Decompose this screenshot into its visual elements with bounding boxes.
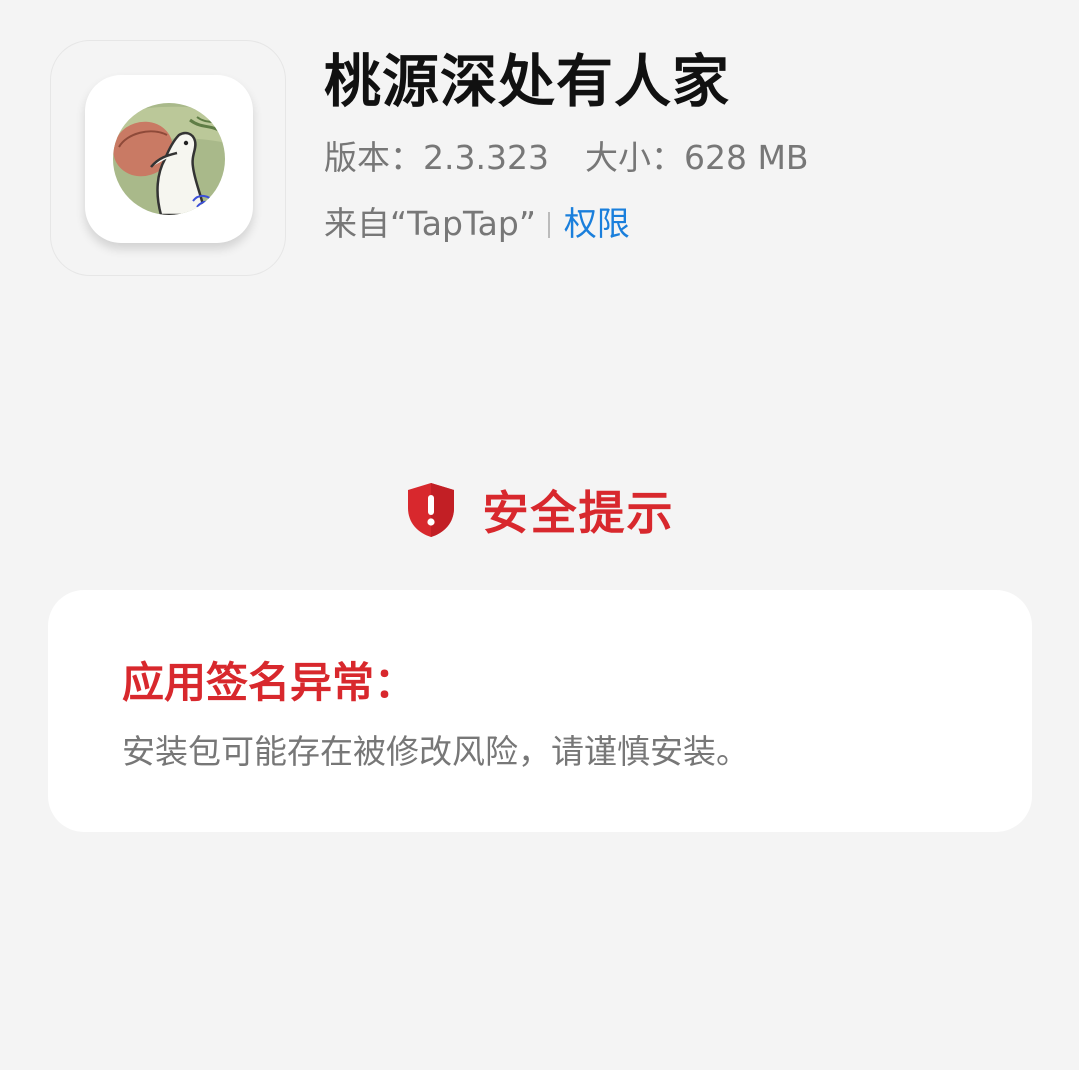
- warning-heading: 应用签名异常：: [122, 658, 417, 707]
- security-warning-title: 安全提示: [0, 478, 1079, 542]
- divider: [547, 212, 550, 238]
- app-name: 桃源深处有人家: [324, 49, 730, 115]
- permissions-link[interactable]: 权限: [564, 204, 630, 243]
- warning-message: 安装包可能存在被修改风险，请谨慎安装。: [122, 732, 749, 771]
- app-icon-frame: [50, 40, 286, 276]
- size-value: 628 MB: [683, 138, 809, 177]
- version-value: 2.3.323: [423, 138, 549, 177]
- app-icon: [85, 75, 253, 243]
- app-icon-illustration: [113, 103, 225, 215]
- app-version-size-row: 版本：2.3.323 大小：628 MB: [324, 136, 809, 180]
- security-title: 安全提示: [482, 486, 675, 540]
- version-label: 版本：: [324, 138, 423, 177]
- shield-alert-icon: [407, 483, 454, 537]
- size-label: 大小：: [584, 138, 684, 177]
- app-source-row: 来自“TapTap” 权限: [324, 202, 630, 246]
- signature-warning-card: 应用签名异常： 安装包可能存在被修改风险，请谨慎安装。: [48, 590, 1032, 832]
- source-text: 来自“TapTap”: [324, 204, 536, 243]
- app-info-header: 桃源深处有人家 版本：2.3.323 大小：628 MB 来自“TapTap” 权限: [0, 0, 1079, 300]
